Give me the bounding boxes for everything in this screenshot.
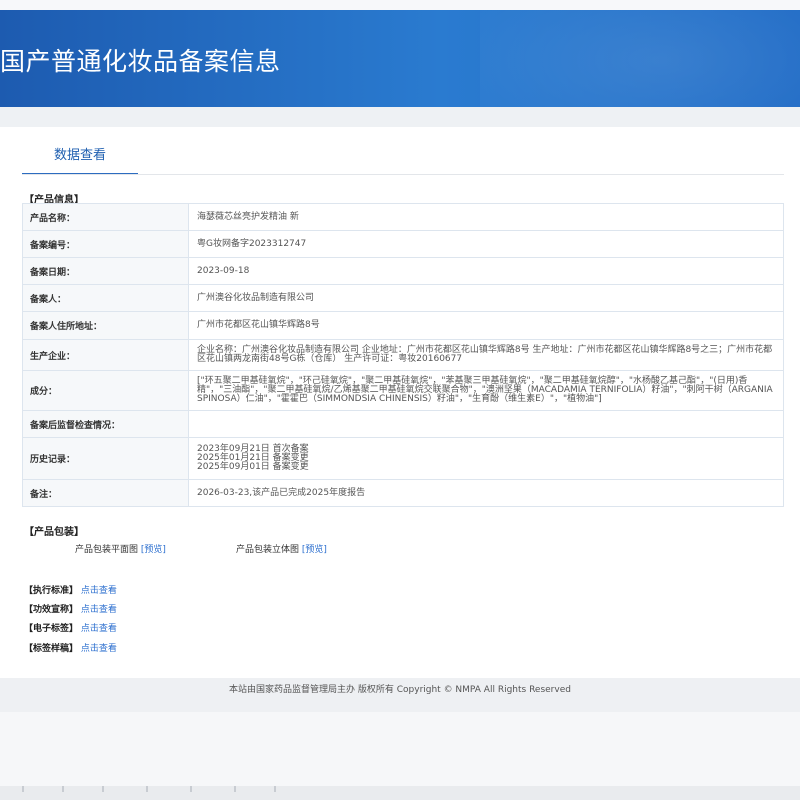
- standard-view-link[interactable]: 点击查看: [81, 586, 117, 596]
- page-title: 国产普通化妆品备案信息: [0, 47, 281, 76]
- header-gap: [0, 107, 800, 127]
- info-value: 广州澳谷化妆品制造有限公司: [188, 284, 784, 312]
- main-content: 数据查看 【产品信息】 产品名称： 海瑟薇芯丝亮护发精油 新 备案编号： 粤G妆…: [0, 127, 800, 678]
- header-banner: 国产普通化妆品备案信息: [0, 10, 800, 107]
- info-value: [188, 410, 784, 438]
- info-value: 2023年09月21日 首次备案 2025年01月21日 备案变更 2025年0…: [188, 437, 784, 480]
- info-label: 备案人住所地址：: [22, 311, 189, 340]
- tab-data-view[interactable]: 数据查看: [22, 145, 138, 175]
- efficacy-view-link[interactable]: 点击查看: [81, 605, 117, 615]
- e-label-view-link[interactable]: 点击查看: [81, 624, 117, 634]
- info-row-remark: 备注： 2026-03-23,该产品已完成2025年度报告: [22, 479, 784, 507]
- label-sample-row: 【标签样稿】 点击查看: [24, 641, 117, 654]
- standard-label: 【执行标准】: [24, 586, 79, 596]
- packaging-stereo-label: 产品包装立体图: [236, 545, 300, 555]
- info-label: 备注：: [22, 479, 189, 507]
- info-row-manufacturer: 生产企业： 企业名称：广州澳谷化妆品制造有限公司 企业地址：广州市花都区花山镇华…: [22, 339, 784, 371]
- info-row-history: 历史记录： 2023年09月21日 首次备案 2025年01月21日 备案变更 …: [22, 437, 784, 480]
- label-sample-label: 【标签样稿】: [24, 644, 79, 654]
- info-value: 企业名称：广州澳谷化妆品制造有限公司 企业地址：广州市花都区花山镇华辉路8号 生…: [188, 339, 784, 371]
- bottom-tick: [190, 786, 192, 792]
- info-label: 备案日期：: [22, 257, 189, 285]
- info-label: 生产企业：: [22, 339, 189, 371]
- info-value: ["环五聚二甲基硅氧烷"，"环己硅氧烷"，"聚二甲基硅氧烷"，"苯基聚三甲基硅氧…: [188, 370, 784, 411]
- info-row-applicant: 备案人： 广州澳谷化妆品制造有限公司: [22, 284, 784, 312]
- info-value: 粤G妆网备字2023312747: [188, 230, 784, 258]
- info-row-address: 备案人住所地址： 广州市花都区花山镇华辉路8号: [22, 311, 784, 340]
- section-title-packaging: 【产品包装】: [24, 527, 84, 538]
- packaging-flat-preview-link[interactable]: [预览]: [141, 545, 166, 555]
- bottom-tick: [274, 786, 276, 792]
- standard-row: 【执行标准】 点击查看: [24, 583, 117, 596]
- info-label: 备案人：: [22, 284, 189, 312]
- tab-divider: [22, 174, 784, 175]
- bottom-tick: [62, 786, 64, 792]
- info-value: 2026-03-23,该产品已完成2025年度报告: [188, 479, 784, 507]
- info-value: 2023-09-18: [188, 257, 784, 285]
- info-row-name: 产品名称： 海瑟薇芯丝亮护发精油 新: [22, 203, 784, 231]
- packaging-flat: 产品包装平面图 [预览]: [75, 542, 166, 555]
- product-info-table: 产品名称： 海瑟薇芯丝亮护发精油 新 备案编号： 粤G妆网备字202331274…: [22, 203, 784, 507]
- bottom-tick: [146, 786, 148, 792]
- footer-copyright: 本站由国家药品监督管理局主办 版权所有 Copyright © NMPA All…: [229, 685, 571, 695]
- info-label: 备案后监督检查情况：: [22, 410, 189, 438]
- e-label-row: 【电子标签】 点击查看: [24, 621, 117, 634]
- efficacy-label: 【功效宣称】: [24, 605, 79, 615]
- info-label: 备案编号：: [22, 230, 189, 258]
- bottom-bar: [0, 786, 800, 800]
- bottom-tick: [22, 786, 24, 792]
- bottom-tick: [102, 786, 104, 792]
- top-strip: [0, 0, 800, 10]
- packaging-flat-label: 产品包装平面图: [75, 545, 139, 555]
- packaging-stereo: 产品包装立体图 [预览]: [236, 542, 327, 555]
- info-row-number: 备案编号： 粤G妆网备字2023312747: [22, 230, 784, 258]
- info-label: 产品名称：: [22, 203, 189, 231]
- info-row-ingredients: 成分： ["环五聚二甲基硅氧烷"，"环己硅氧烷"，"聚二甲基硅氧烷"，"苯基聚三…: [22, 370, 784, 411]
- label-sample-view-link[interactable]: 点击查看: [81, 644, 117, 654]
- info-row-date: 备案日期： 2023-09-18: [22, 257, 784, 285]
- bottom-tick: [234, 786, 236, 792]
- e-label-label: 【电子标签】: [24, 624, 79, 634]
- packaging-stereo-preview-link[interactable]: [预览]: [302, 545, 327, 555]
- info-row-supervision: 备案后监督检查情况：: [22, 410, 784, 438]
- info-label: 历史记录：: [22, 437, 189, 480]
- info-value: 海瑟薇芯丝亮护发精油 新: [188, 203, 784, 231]
- info-label: 成分：: [22, 370, 189, 411]
- footer: 本站由国家药品监督管理局主办 版权所有 Copyright © NMPA All…: [0, 678, 800, 712]
- info-value: 广州市花都区花山镇华辉路8号: [188, 311, 784, 340]
- efficacy-row: 【功效宣称】 点击查看: [24, 602, 117, 615]
